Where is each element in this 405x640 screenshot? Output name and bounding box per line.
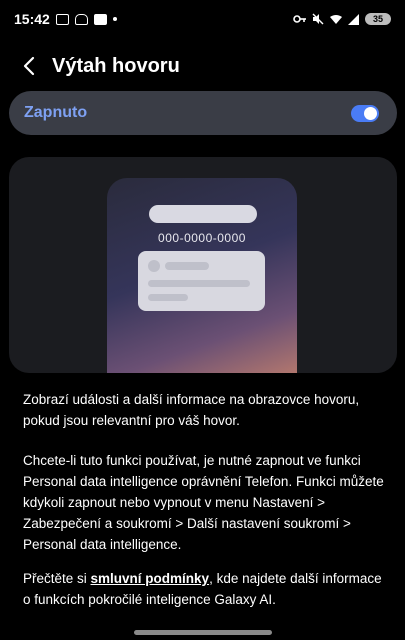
description-paragraph-1: Zobrazí události a další informace na ob…	[23, 392, 360, 428]
status-time: 15:42	[14, 11, 50, 27]
switch-label: Zapnuto	[24, 104, 88, 121]
description-paragraph-3: Přečtěte si smluvní podmínky, kde najdet…	[23, 568, 385, 610]
caller-name-placeholder	[149, 205, 257, 223]
status-bar: 15:42 35	[0, 0, 405, 38]
key-icon	[293, 15, 306, 23]
phone-number: 000-0000-0000	[158, 231, 246, 245]
linkedin-icon	[93, 13, 107, 25]
feature-illustration: 000-0000-0000	[9, 157, 397, 373]
signal-icon	[348, 13, 359, 25]
phone-illustration: 000-0000-0000	[107, 178, 297, 373]
info-card-line	[148, 280, 250, 287]
info-card-line	[165, 262, 209, 270]
master-switch-row[interactable]: Zapnuto	[9, 91, 397, 135]
wifi-icon	[330, 14, 342, 24]
mute-icon	[312, 13, 324, 25]
toggle-knob	[364, 106, 377, 120]
terms-prefix: Přečtěte si	[23, 571, 91, 586]
page-title: Výtah hovoru	[52, 54, 180, 77]
hand-icon	[74, 13, 88, 25]
battery-indicator: 35	[365, 13, 391, 25]
info-card-placeholder	[138, 251, 265, 311]
terms-link[interactable]: smluvní podmínky	[91, 571, 210, 586]
toggle-switch[interactable]	[351, 104, 379, 122]
info-card-avatar	[148, 260, 160, 272]
home-indicator[interactable]	[134, 630, 272, 635]
description-paragraph-2: Chcete-li tuto funkci používat, je nutné…	[23, 453, 384, 552]
chevron-left-icon[interactable]	[18, 54, 42, 78]
notification-dot-icon	[112, 17, 117, 21]
screenshot-icon	[55, 13, 69, 25]
info-card-line	[148, 294, 188, 301]
top-app-bar: Výtah hovoru	[0, 48, 405, 84]
